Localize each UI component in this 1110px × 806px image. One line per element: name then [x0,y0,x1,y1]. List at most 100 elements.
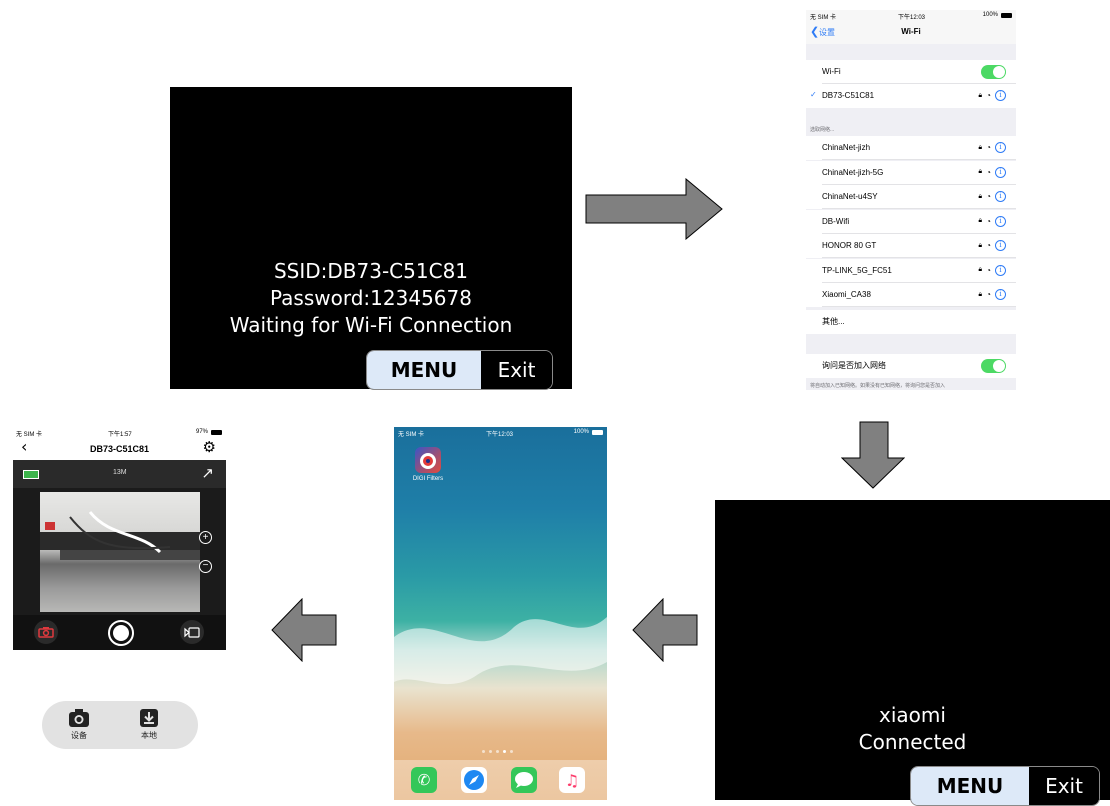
lock-icon: 🔒︎ [978,266,983,273]
choose-network-header: 选取网络... [810,127,835,133]
info-icon[interactable]: i [995,191,1006,202]
wifi-settings-screen: 无 SIM 卡 下午12:03 100% ❮ 设置 Wi-Fi Wi-Fi ✓ … [806,10,1016,390]
wifi-signal-icon: ◔ [986,143,991,152]
wifi-toggle-label: Wi-Fi [822,67,841,76]
tab-device[interactable]: 设备 [66,708,92,741]
checkmark-icon: ✓ [810,90,817,99]
connected-network-row[interactable]: ✓ DB73-C51C81 🔒︎ ◔ i [806,84,1016,108]
home-screen: 无 SIM 卡 下午12:03 100% DIGI Filters ✆ ♫ [394,427,607,800]
network-name: HONOR 80 GT [822,241,877,250]
ask-join-label: 询问是否加入网络 [822,361,886,370]
settings-gear-icon[interactable]: ⚙ [203,439,216,455]
menu-button[interactable]: MENU [367,351,481,389]
wifi-signal-icon: ◔ [986,91,991,100]
wave-foam [394,617,607,685]
connected-network-name: DB73-C51C81 [822,91,875,100]
arrow-left-icon-2 [271,598,337,662]
home-battery-icon [592,430,603,435]
ios-nav-bar: 无 SIM 卡 下午12:03 100% ❮ 设置 Wi-Fi [806,10,1016,44]
app-tab-bar: 设备 本地 [42,701,198,749]
wifi-signal-icon: ◔ [986,167,991,177]
camera-connected-screen: xiaomi Connected MENU Exit [715,500,1110,806]
wifi-signal-icon: ◔ [986,192,991,201]
digi-filters-app-label: DIGI Filters [412,476,444,482]
wifi-signal-icon: ◔ [986,290,991,299]
network-row[interactable]: DB-Wifi 🔒︎ ◔ i [806,209,1016,234]
preview-scene [40,511,200,560]
video-mode-icon[interactable] [180,620,204,644]
lock-icon: 🔒︎ [978,91,983,99]
lock-icon: 🔒︎ [978,192,983,200]
wifi-nav-title: Wi-Fi [901,27,921,36]
info-icon[interactable]: i [995,215,1006,227]
lock-icon: 🔒︎ [978,143,983,151]
tab-local-label: 本地 [141,731,157,740]
network-row[interactable]: Xiaomi_CA38 🔒︎ ◔ i [806,283,1016,307]
wifi-signal-icon: ◔ [986,265,991,275]
connected-network-text: xiaomi [879,703,946,727]
exit-button-2[interactable]: Exit [1029,767,1099,805]
tab-local[interactable]: 本地 [136,708,162,741]
network-row[interactable]: ChinaNet-jizh 🔒︎ ◔ i [806,136,1016,160]
safari-icon[interactable] [461,767,487,793]
camera-preview [40,492,200,612]
other-network-label: 其他... [822,317,845,326]
photo-mode-icon[interactable] [34,620,58,644]
ask-join-toggle[interactable] [981,359,1006,373]
app-status-carrier: 无 SIM 卡 [16,432,43,438]
phone-icon[interactable]: ✆ [411,767,437,793]
zoom-out-icon[interactable]: − [199,560,212,573]
resolution-label: 13M [113,469,127,476]
home-status-time: 下午12:03 [486,432,514,438]
camera-tab-icon [69,709,89,727]
download-icon [140,709,158,727]
lock-icon: 🔒︎ [978,241,983,249]
ask-join-row: 询问是否加入网络 [806,354,1016,378]
camera-app-screen: 无 SIM 卡 下午1:57 97% ‹ DB73-C51C81 ⚙ 13M ↗… [13,427,226,650]
arrow-left-icon [632,598,698,662]
network-row[interactable]: HONOR 80 GT 🔒︎ ◔ i [806,234,1016,258]
expand-arrow-icon[interactable]: ↗ [201,464,214,482]
other-network-row[interactable]: 其他... [806,310,1016,334]
digi-filters-app-icon[interactable] [415,447,441,473]
network-row[interactable]: ChinaNet-u4SY 🔒︎ ◔ i [806,185,1016,209]
home-status-battery: 100% [573,429,589,435]
menu-button-2[interactable]: MENU [911,767,1029,805]
info-icon[interactable]: i [995,240,1006,251]
page-dots [482,750,513,753]
exit-button[interactable]: Exit [481,351,552,389]
camera-info-bar: 13M ↗ [13,460,226,488]
shutter-button[interactable] [108,620,134,646]
status-time: 下午12:03 [898,15,926,21]
connected-status-text: Connected [858,730,967,754]
lock-icon: 🔒︎ [978,168,983,175]
lock-icon: 🔒︎ [978,217,983,224]
app-status-battery: 97% [195,429,208,435]
info-icon[interactable]: i [995,166,1006,178]
network-name: DB-Wifi [822,216,850,226]
camera-controls [13,615,226,650]
tab-device-label: 设备 [71,731,87,740]
music-icon[interactable]: ♫ [559,767,585,793]
info-icon[interactable]: i [995,142,1006,153]
messages-icon[interactable] [511,767,537,793]
network-row[interactable]: ChinaNet-jizh-5G 🔒︎ ◔ i [806,160,1016,185]
zoom-in-icon[interactable]: + [199,531,212,544]
info-icon[interactable]: i [995,289,1006,300]
wifi-signal-icon: ◔ [986,216,991,226]
home-status-bar: 无 SIM 卡 下午12:03 100% [394,427,607,439]
status-battery-text: 100% [982,12,998,18]
network-name: TP-LINK_5G_FC51 [822,265,892,275]
info-icon[interactable]: i [995,90,1006,101]
camera-menu-bar: MENU Exit [366,350,553,390]
network-name: ChinaNet-u4SY [822,192,878,201]
status-carrier: 无 SIM 卡 [810,15,837,21]
network-name: Xiaomi_CA38 [822,290,871,299]
wifi-signal-icon: ◔ [986,241,991,250]
app-battery-icon [211,430,222,435]
info-icon[interactable]: i [995,264,1006,276]
wifi-toggle-row: Wi-Fi [806,60,1016,84]
wifi-toggle[interactable] [981,65,1006,79]
network-row[interactable]: TP-LINK_5G_FC51 🔒︎ ◔ i [806,258,1016,283]
battery-icon [1001,13,1012,18]
